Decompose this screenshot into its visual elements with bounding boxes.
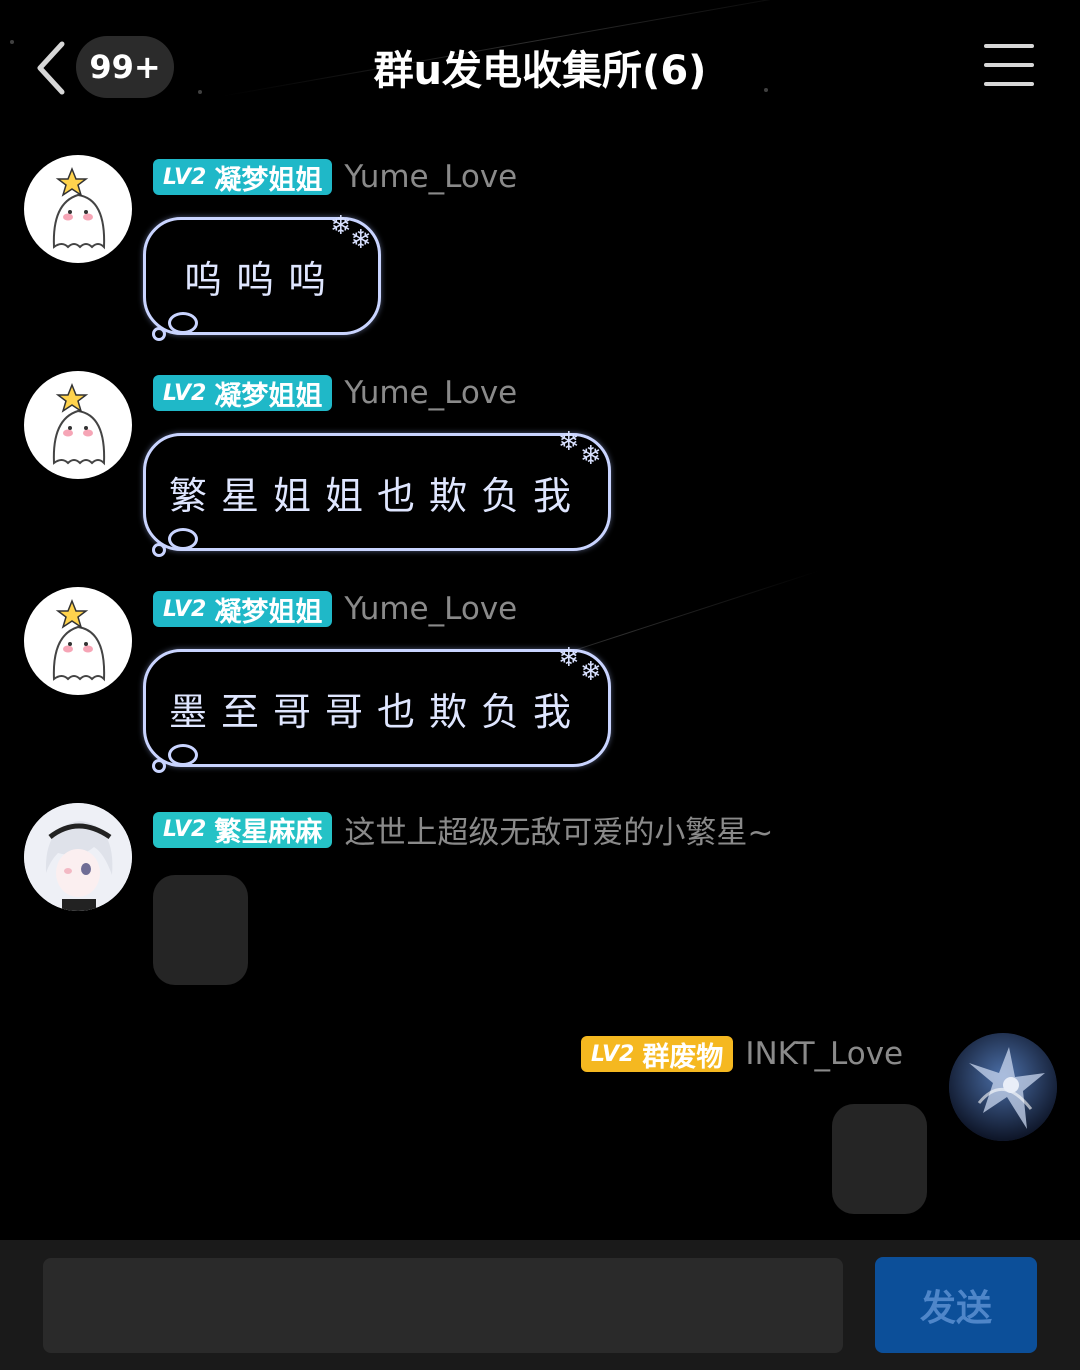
hamburger-menu-icon — [984, 44, 1034, 86]
menu-button[interactable] — [984, 44, 1034, 90]
bubble-tail-dot — [168, 312, 198, 334]
message-text: 呜呜呜 — [183, 257, 340, 302]
snowflake-icon: ❄ — [558, 643, 580, 673]
title-tag-label: 凝梦姐姐 — [214, 164, 323, 196]
title-tag-label: 凝梦姐姐 — [214, 596, 323, 628]
avatar-ghost[interactable] — [24, 587, 132, 695]
ghost-avatar-icon — [52, 166, 106, 250]
title-tag-label: 凝梦姐姐 — [214, 380, 323, 412]
message-text: 墨至哥哥也欺负我 — [168, 689, 585, 734]
level-title-tag: LV2 群废物 — [581, 1036, 734, 1073]
level-title-tag: LV2 凝梦姐姐 — [153, 591, 333, 628]
snowflake-icon: ❄ — [558, 427, 580, 457]
message-input[interactable] — [43, 1258, 843, 1353]
sender-name-row: LV2 繁星麻麻 这世上超级无敌可爱的小繁星~ — [153, 807, 773, 852]
message-bubble-empty[interactable] — [153, 875, 248, 985]
title-tag-label: 繁星麻麻 — [214, 817, 323, 848]
bubble-tail-dot — [152, 327, 166, 341]
sender-name-row: LV2 群废物 INKT_Love — [581, 1036, 903, 1073]
level-title-tag: LV2 凝梦姐姐 — [153, 159, 333, 196]
page-title: 群u发电收集所(6) — [373, 48, 707, 94]
avatar-dark-character[interactable] — [949, 1033, 1057, 1141]
chat-header: 99+ 群u发电收集所(6) — [0, 0, 1080, 135]
snowflake-icon: ❄ — [580, 441, 602, 471]
bubble-tail-dot — [152, 759, 166, 773]
level-label: LV2 — [163, 164, 207, 190]
snowflake-icon: ❄ — [330, 211, 352, 241]
ghost-avatar-icon — [52, 598, 106, 682]
bubble-tail-dot — [168, 744, 198, 766]
message-text: 繁星姐姐也欺负我 — [168, 473, 585, 518]
sender-nickname[interactable]: 这世上超级无敌可爱的小繁星~ — [344, 807, 773, 852]
message-bubble-empty[interactable] — [832, 1104, 927, 1214]
bubble-tail-dot — [152, 543, 166, 557]
avatar-ghost[interactable] — [24, 371, 132, 479]
level-label: LV2 — [163, 596, 207, 622]
snowflake-icon: ❄ — [350, 225, 372, 255]
level-title-tag: LV2 繁星麻麻 — [153, 811, 333, 848]
dark-character-avatar-icon — [949, 1033, 1057, 1141]
sender-nickname[interactable]: Yume_Love — [344, 159, 517, 195]
sender-name-row: LV2 凝梦姐姐 Yume_Love — [153, 591, 517, 628]
sender-name-row: LV2 凝梦姐姐 Yume_Love — [153, 159, 517, 196]
level-label: LV2 — [163, 380, 207, 406]
snowflake-icon: ❄ — [580, 657, 602, 687]
avatar-anime-girl[interactable] — [24, 803, 132, 911]
title-tag-label: 群废物 — [642, 1041, 724, 1073]
sender-nickname[interactable]: Yume_Love — [344, 375, 517, 411]
send-button[interactable]: 发送 — [875, 1257, 1037, 1353]
level-label: LV2 — [163, 817, 207, 842]
sender-nickname[interactable]: INKT_Love — [745, 1036, 903, 1072]
composer-bar: 发送 — [0, 1240, 1080, 1370]
ghost-avatar-icon — [52, 382, 106, 466]
message-bubble[interactable]: 繁星姐姐也欺负我 — [143, 433, 611, 551]
sender-nickname[interactable]: Yume_Love — [344, 591, 517, 627]
message-bubble[interactable]: 墨至哥哥也欺负我 — [143, 649, 611, 767]
level-title-tag: LV2 凝梦姐姐 — [153, 375, 333, 412]
level-label: LV2 — [591, 1041, 635, 1067]
bubble-tail-dot — [168, 528, 198, 550]
anime-girl-avatar-icon — [24, 803, 132, 911]
sender-name-row: LV2 凝梦姐姐 Yume_Love — [153, 375, 517, 412]
avatar-ghost[interactable] — [24, 155, 132, 263]
